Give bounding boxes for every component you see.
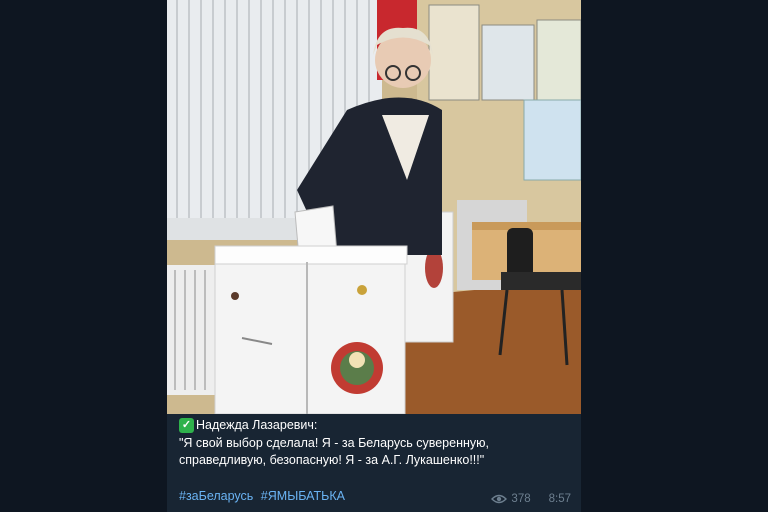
post-caption: ✓ Надежда Лазаревич: "Я свой выбор сдела… xyxy=(179,417,575,470)
post-time: 8:57 xyxy=(548,493,571,505)
author-name: Надежда Лазаревич: xyxy=(196,418,318,432)
eye-icon xyxy=(491,494,508,504)
quote-line-1: "Я свой выбор сделала! Я - за Беларусь с… xyxy=(179,435,489,450)
hashtag-link[interactable]: #ЯМЫБАТЬКА xyxy=(261,489,345,503)
hashtags: #заБеларусь #ЯМЫБАТЬКА xyxy=(179,489,349,503)
channel-post: ✓ Надежда Лазаревич: "Я свой выбор сдела… xyxy=(167,0,581,512)
hashtag-link[interactable]: #заБеларусь xyxy=(179,489,253,503)
author-line: ✓ Надежда Лазаревич: xyxy=(179,417,575,435)
check-mark-icon: ✓ xyxy=(179,418,194,434)
ballot-box-photo xyxy=(167,0,581,414)
view-count: 378 xyxy=(511,493,531,505)
quote-line-2: справедливую, безопасную! Я - за А.Г. Лу… xyxy=(179,453,485,467)
post-meta: 378 8:57 xyxy=(491,493,571,505)
post-photo[interactable] xyxy=(167,0,581,414)
